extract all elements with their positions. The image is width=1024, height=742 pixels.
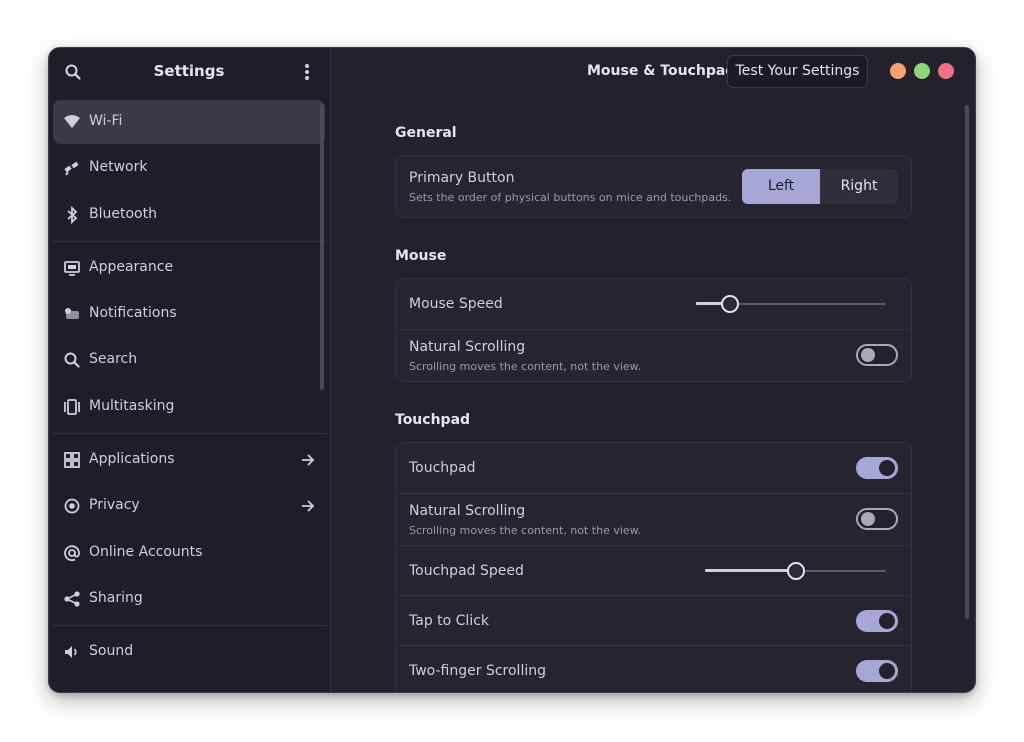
online-accounts-icon xyxy=(64,545,80,562)
touchpad-speed-slider[interactable] xyxy=(705,561,886,581)
sidebar-item-network[interactable]: Network xyxy=(53,146,325,190)
right-option-button[interactable]: Right xyxy=(820,169,898,204)
sidebar-scrollbar[interactable] xyxy=(320,104,324,390)
sidebar-item-label: Wi-Fi xyxy=(89,113,123,129)
sidebar-item-label: Online Accounts xyxy=(89,544,203,560)
row-label: Natural Scrolling xyxy=(409,339,526,355)
arrow-right-icon xyxy=(302,500,315,512)
page-title: Mouse & Touchpad xyxy=(587,63,736,79)
sidebar-divider xyxy=(53,625,327,626)
content-scrollbar[interactable] xyxy=(965,105,969,619)
left-option-button[interactable]: Left xyxy=(742,169,820,204)
appearance-icon xyxy=(64,261,80,276)
row-label: Two-finger Scrolling xyxy=(409,663,546,679)
general-card: Primary Button Sets the order of physica… xyxy=(395,155,912,218)
section-title-mouse: Mouse xyxy=(395,248,447,264)
sidebar-item-search[interactable]: Search xyxy=(53,338,325,382)
mouse-card: Mouse Speed Natural Scrolling Scrolling … xyxy=(395,278,912,382)
network-icon xyxy=(64,161,79,176)
sidebar-title: Settings xyxy=(153,62,225,80)
sidebar-item-privacy[interactable]: Privacy xyxy=(53,484,325,528)
row-label: Mouse Speed xyxy=(409,296,503,312)
row-description: Sets the order of physical buttons on mi… xyxy=(409,191,732,204)
sidebar-item-label: Network xyxy=(89,159,148,175)
content-panel: Mouse & Touchpad Test Your Settings Gene… xyxy=(332,48,975,692)
close-button[interactable] xyxy=(938,63,954,79)
section-title-general: General xyxy=(395,125,457,141)
touchpad-toggle[interactable] xyxy=(856,457,898,479)
bluetooth-icon xyxy=(67,206,78,224)
search-icon[interactable] xyxy=(64,63,82,81)
row-label: Touchpad xyxy=(409,460,476,476)
sidebar-item-wifi[interactable]: Wi-Fi xyxy=(53,100,325,144)
sharing-icon xyxy=(64,591,80,607)
mouse-speed-slider[interactable] xyxy=(696,294,886,314)
sidebar-item-label: Search xyxy=(89,351,138,367)
row-label: Primary Button xyxy=(409,170,515,186)
sidebar-item-notifications[interactable]: Notifications xyxy=(53,292,325,336)
wifi-icon xyxy=(64,115,80,128)
privacy-icon xyxy=(64,498,80,514)
sidebar-item-label: Bluetooth xyxy=(89,206,157,222)
touchpad-natural-scrolling-row: Natural Scrolling Scrolling moves the co… xyxy=(396,493,911,545)
slider-handle[interactable] xyxy=(721,295,740,313)
sidebar-item-bluetooth[interactable]: Bluetooth xyxy=(53,193,325,237)
notifications-icon xyxy=(65,308,79,319)
sidebar-item-label: Applications xyxy=(89,451,175,467)
sidebar-item-sharing[interactable]: Sharing xyxy=(53,577,325,621)
applications-icon xyxy=(64,452,80,468)
section-title-touchpad: Touchpad xyxy=(395,412,471,428)
sidebar-item-multitasking[interactable]: Multitasking xyxy=(53,385,325,429)
menu-icon[interactable] xyxy=(299,62,315,82)
test-settings-button[interactable]: Test Your Settings xyxy=(727,55,868,88)
touchpad-natural-scrolling-toggle[interactable] xyxy=(856,508,898,530)
mouse-natural-scrolling-toggle[interactable] xyxy=(856,344,898,366)
row-description: Scrolling moves the content, not the vie… xyxy=(409,360,642,373)
tap-to-click-row: Tap to Click xyxy=(396,595,911,645)
primary-button-row: Primary Button Sets the order of physica… xyxy=(396,156,911,217)
sidebar-item-sound[interactable]: Sound xyxy=(53,630,325,674)
maximize-button[interactable] xyxy=(914,63,930,79)
sidebar-item-label: Multitasking xyxy=(89,398,175,414)
settings-window: Settings Wi-Fi Network Bluetooth Appeara… xyxy=(48,47,976,693)
primary-button-selector: Left Right xyxy=(742,169,898,204)
mouse-natural-scrolling-row: Natural Scrolling Scrolling moves the co… xyxy=(396,329,911,381)
sidebar-item-label: Appearance xyxy=(89,259,174,275)
sidebar-item-online-accounts[interactable]: Online Accounts xyxy=(53,531,325,575)
search-icon xyxy=(64,352,80,368)
two-finger-scrolling-row: Two-finger Scrolling xyxy=(396,645,911,692)
touchpad-card: Touchpad Natural Scrolling Scrolling mov… xyxy=(395,442,912,692)
sidebar-item-appearance[interactable]: Appearance xyxy=(53,246,325,290)
sidebar-item-label: Notifications xyxy=(89,305,177,321)
row-label: Tap to Click xyxy=(409,613,490,629)
touchpad-speed-row: Touchpad Speed xyxy=(396,545,911,595)
sidebar-divider xyxy=(53,241,327,242)
touchpad-row: Touchpad xyxy=(396,443,911,493)
sidebar: Settings Wi-Fi Network Bluetooth Appeara… xyxy=(49,48,331,692)
sidebar-header: Settings xyxy=(49,48,331,96)
two-finger-scrolling-toggle[interactable] xyxy=(856,660,898,682)
row-label: Touchpad Speed xyxy=(409,563,524,579)
sidebar-item-label: Privacy xyxy=(89,497,140,513)
slider-handle[interactable] xyxy=(786,562,805,580)
minimize-button[interactable] xyxy=(890,63,906,79)
mouse-speed-row: Mouse Speed xyxy=(396,279,911,329)
sidebar-item-applications[interactable]: Applications xyxy=(53,438,325,482)
multitasking-icon xyxy=(64,399,80,415)
arrow-right-icon xyxy=(302,454,315,466)
row-label: Natural Scrolling xyxy=(409,503,526,519)
sidebar-item-label: Sharing xyxy=(89,590,143,606)
sidebar-item-label: Sound xyxy=(89,643,134,659)
tap-to-click-toggle[interactable] xyxy=(856,610,898,632)
sidebar-divider xyxy=(53,433,327,434)
row-description: Scrolling moves the content, not the vie… xyxy=(409,524,642,537)
sound-icon xyxy=(65,646,77,658)
